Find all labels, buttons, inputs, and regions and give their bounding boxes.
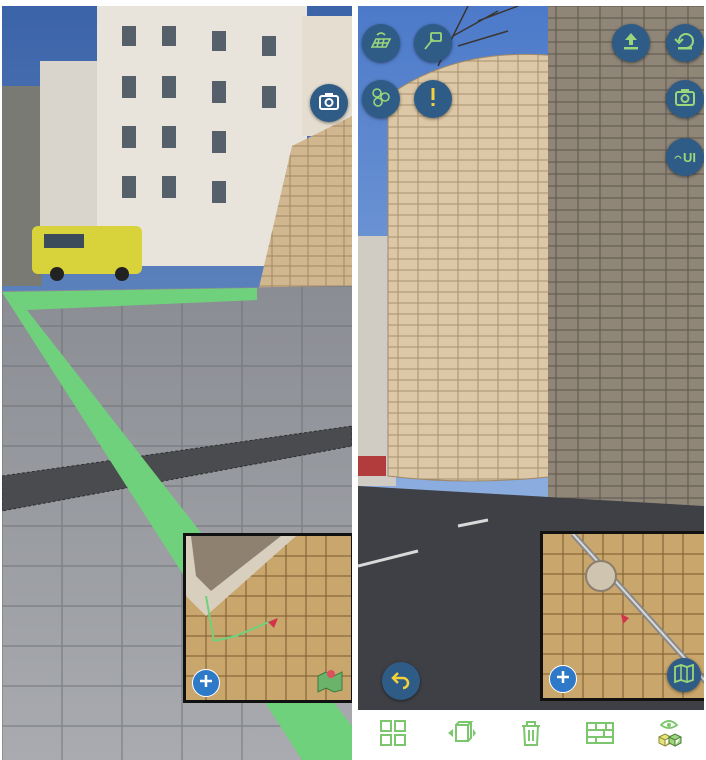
wall-button[interactable] xyxy=(580,715,620,755)
right-camera-capture-button[interactable] xyxy=(666,80,704,118)
right-minimap-map-button[interactable] xyxy=(667,658,701,692)
trash-button[interactable] xyxy=(511,715,551,755)
tag-button[interactable] xyxy=(414,24,452,62)
camera-capture-icon xyxy=(673,85,697,114)
map-icon xyxy=(672,661,696,690)
camera-capture-icon xyxy=(317,89,341,118)
plus-icon xyxy=(555,669,571,690)
right-ar-view: UI xyxy=(358,6,704,710)
alert-button[interactable] xyxy=(414,80,452,118)
upload-button[interactable] xyxy=(612,24,650,62)
alert-icon xyxy=(421,85,445,114)
upload-icon xyxy=(619,29,643,58)
right-minimap[interactable] xyxy=(540,531,704,701)
bottom-toolbar xyxy=(358,710,704,760)
undo-button[interactable] xyxy=(666,24,704,62)
left-minimap-map-button[interactable] xyxy=(316,666,344,694)
visibility-cubes-button[interactable] xyxy=(649,715,689,755)
plus-icon xyxy=(198,673,214,694)
grid-view-button[interactable] xyxy=(373,715,413,755)
grid-view-icon xyxy=(377,717,409,754)
ui-toggle-label: UI xyxy=(683,149,696,165)
map-pin-icon xyxy=(316,670,344,698)
visibility-cubes-icon xyxy=(653,717,685,754)
left-camera-capture-button[interactable] xyxy=(310,84,348,122)
back-arrow-icon xyxy=(389,667,413,696)
right-minimap-add-button[interactable] xyxy=(549,665,577,693)
back-button[interactable] xyxy=(382,662,420,700)
ui-toggle-icon: UI xyxy=(674,150,696,165)
left-minimap[interactable] xyxy=(183,533,352,703)
ui-toggle-button[interactable]: UI xyxy=(666,138,704,176)
left-minimap-add-button[interactable] xyxy=(192,669,220,697)
left-ar-view xyxy=(2,6,352,760)
3d-box-icon xyxy=(446,717,478,754)
grid-surface-button[interactable] xyxy=(362,24,400,62)
group-circles-button[interactable] xyxy=(362,80,400,118)
tag-icon xyxy=(421,29,445,58)
undo-icon xyxy=(673,29,697,58)
group-circles-icon xyxy=(369,85,393,114)
3d-box-button[interactable] xyxy=(442,715,482,755)
wall-icon xyxy=(584,717,616,754)
trash-icon xyxy=(515,717,547,754)
grid-surface-icon xyxy=(369,29,393,58)
